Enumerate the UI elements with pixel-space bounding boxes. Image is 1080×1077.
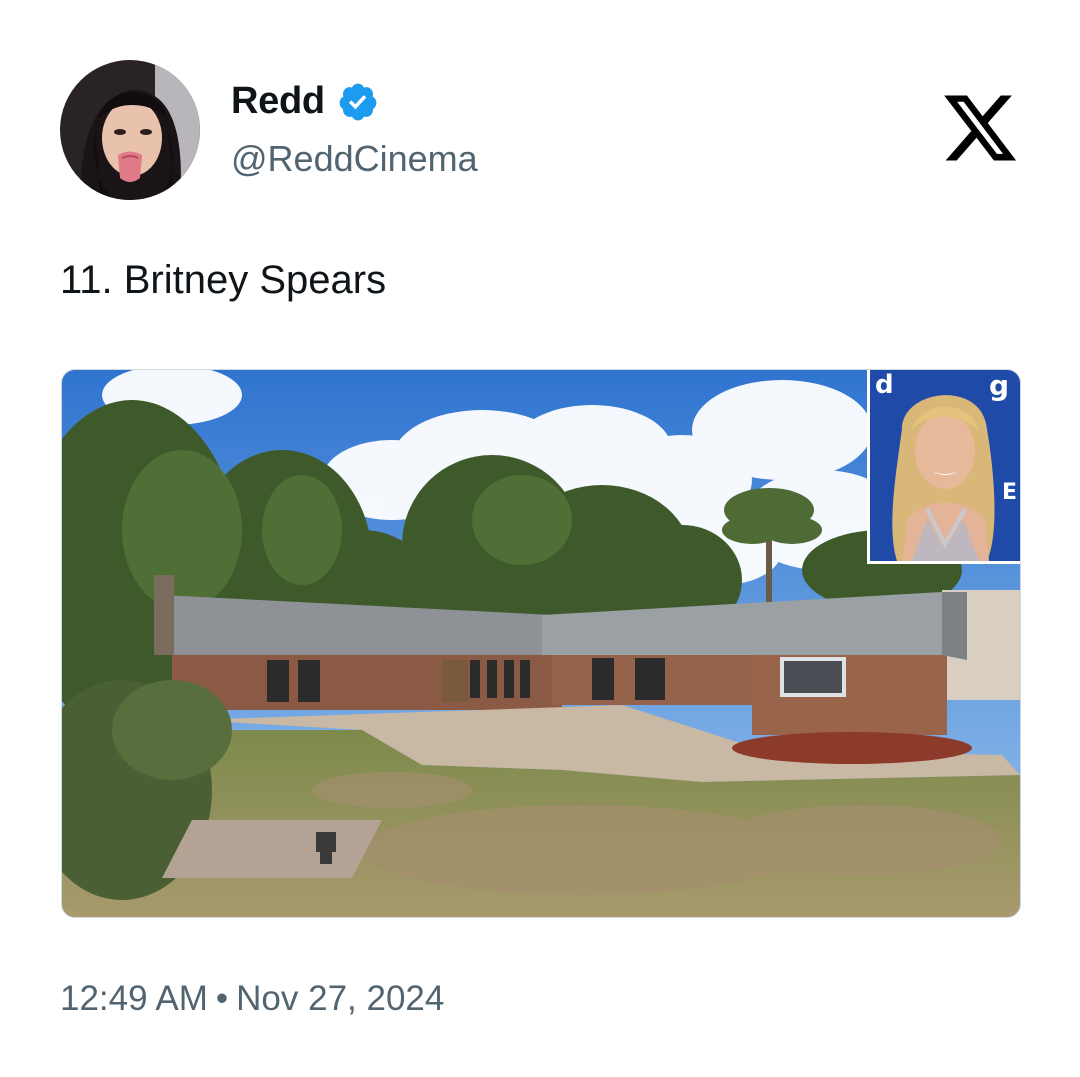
- avatar[interactable]: [60, 60, 200, 200]
- verified-badge-icon: [339, 83, 377, 120]
- avatar-photo: [60, 60, 200, 200]
- tweet-timestamp[interactable]: 12:49 AM • Nov 27, 2024: [60, 979, 444, 1019]
- inset-letter-e: E: [1002, 480, 1017, 505]
- inset-letter-d: d: [875, 370, 894, 400]
- separator-dot: •: [215, 979, 229, 1018]
- tweet-media-photo[interactable]: d g E: [61, 369, 1021, 918]
- inset-letter-g: g: [989, 369, 1009, 402]
- display-name[interactable]: Redd: [231, 80, 325, 123]
- x-logo-icon[interactable]: [940, 88, 1020, 168]
- tweet-date: Nov 27, 2024: [236, 979, 445, 1018]
- tweet-text: 11. Britney Spears: [60, 258, 387, 302]
- tweet-header: Redd @ReddCinema: [60, 60, 1020, 200]
- author-name-row[interactable]: Redd: [231, 80, 379, 123]
- author-handle[interactable]: @ReddCinema: [231, 138, 478, 180]
- tweet-time: 12:49 AM: [60, 979, 208, 1018]
- celebrity-portrait-inset: d g E: [867, 369, 1020, 564]
